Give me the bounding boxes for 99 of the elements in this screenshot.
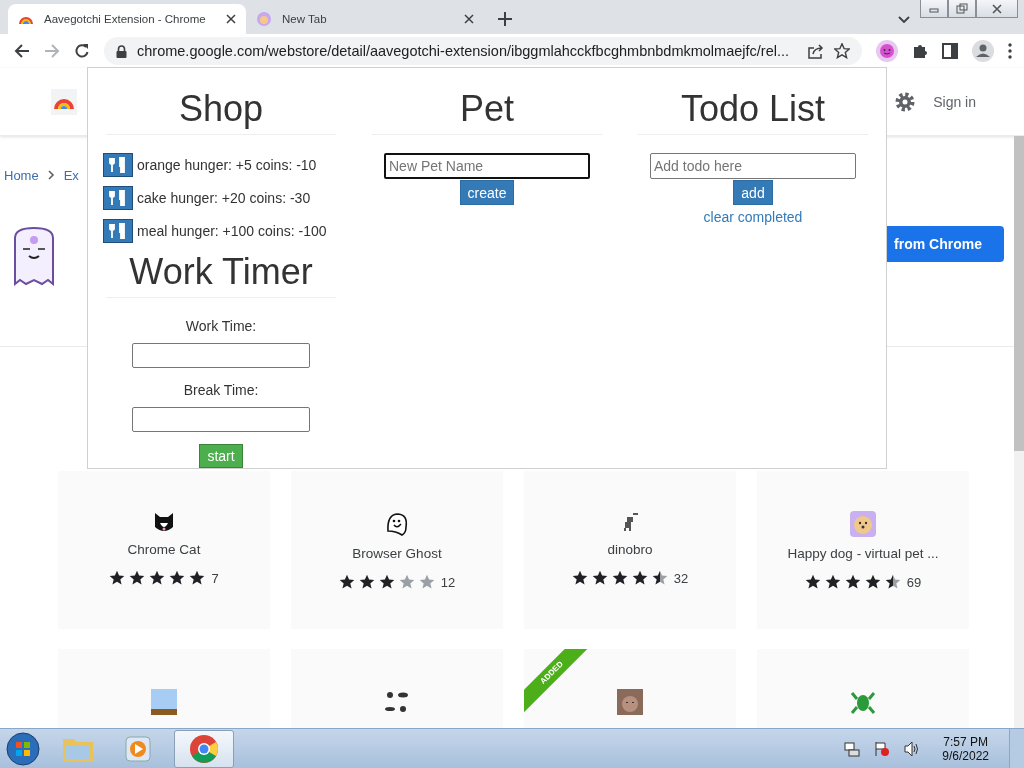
address-bar[interactable]: chrome.google.com/webstore/detail/aavegotchi-extension/ibggmlahcckfbcghmbnbdmkmolmaejfc/rel... — [104, 37, 862, 65]
star-icon — [884, 574, 901, 590]
extension-card[interactable]: Browser Ghost 12 — [291, 471, 503, 629]
shop-item-text: orange hunger: +5 coins: -10 — [137, 157, 317, 173]
food-button[interactable] — [103, 219, 133, 243]
star-icon — [129, 570, 146, 586]
shop-item-text: cake hunger: +20 coins: -30 — [137, 190, 311, 206]
dog-icon — [850, 511, 876, 537]
clear-completed-link[interactable]: clear completed — [703, 209, 803, 225]
rating-count: 12 — [440, 574, 456, 590]
fork-knife-icon — [109, 190, 127, 206]
caret-icon[interactable] — [898, 16, 910, 24]
chrome-icon — [189, 733, 219, 764]
rating-count: 69 — [906, 574, 922, 590]
speaker-icon[interactable] — [904, 740, 921, 757]
breadcrumb-link[interactable]: Ex — [63, 167, 79, 183]
food-button[interactable] — [103, 186, 133, 210]
lock-icon — [116, 44, 127, 58]
add-button[interactable]: add — [733, 180, 773, 205]
minimize-button[interactable] — [920, 0, 948, 18]
shop-item-text: meal hunger: +100 coins: -100 — [137, 223, 327, 239]
close-icon[interactable] — [464, 14, 474, 24]
cat-face-icon — [617, 689, 643, 715]
star-icon — [109, 570, 126, 586]
browser-tab[interactable]: New Tab — [246, 4, 484, 34]
star-icon — [418, 574, 435, 590]
scrollbar[interactable] — [1014, 136, 1024, 728]
section-heading: Shop — [178, 88, 264, 130]
star-icon — [169, 570, 186, 586]
star-icon — [149, 570, 166, 586]
sign-in-link[interactable]: Sign in — [933, 93, 976, 110]
rating-count: 32 — [673, 570, 689, 586]
pet-name-field[interactable]: New Pet Name — [384, 153, 590, 179]
reload-icon[interactable] — [74, 43, 90, 59]
back-icon[interactable] — [14, 43, 30, 59]
section-heading: Pet — [459, 88, 514, 130]
todo-field[interactable]: Add todo here — [650, 153, 856, 179]
breadcrumb-link[interactable]: Home — [4, 167, 39, 183]
work-time-field[interactable] — [132, 343, 310, 368]
extension-name: dinobro — [607, 542, 653, 557]
plus-icon[interactable] — [498, 12, 512, 26]
break-time-field[interactable] — [132, 406, 310, 432]
profile-icon[interactable] — [972, 40, 994, 62]
rating-count: 7 — [211, 570, 219, 586]
extension-card[interactable]: Happy dog - virtual pet ... 69 — [757, 471, 969, 629]
star-icon — [631, 570, 648, 586]
chevron-icon — [47, 170, 55, 180]
star-icon — [338, 574, 355, 590]
smiley-extension-icon[interactable] — [876, 40, 898, 62]
field-label: Break Time: — [183, 381, 259, 398]
star-icon — [571, 570, 588, 586]
clock-time: 7:57 PM — [943, 734, 988, 749]
network-icon[interactable] — [844, 740, 861, 757]
extension-name: Happy dog - virtual pet ... — [787, 546, 939, 561]
start-button[interactable] — [6, 731, 40, 766]
star-outline-icon[interactable] — [834, 43, 850, 59]
browser-tab[interactable]: Aavegotchi Extension - Chrome — [8, 4, 246, 34]
star-icon — [651, 570, 668, 586]
star-icon — [844, 574, 861, 590]
puzzle-icon[interactable] — [912, 43, 928, 59]
create-button[interactable]: create — [459, 180, 515, 205]
extension-card[interactable]: Chrome Cat 7 — [58, 471, 270, 629]
flag-icon[interactable] — [874, 740, 891, 757]
close-button[interactable] — [976, 0, 1018, 18]
side-panel-icon[interactable] — [942, 43, 958, 59]
section-heading: Todo List — [680, 88, 826, 130]
field-label: Work Time: — [185, 318, 257, 334]
clock-date: 9/6/2022 — [942, 748, 989, 763]
star-icon — [398, 574, 415, 590]
extension-name: Chrome Cat — [127, 542, 201, 557]
ghost-icon — [384, 511, 410, 537]
star-icon — [591, 570, 608, 586]
ghost-icon — [12, 226, 56, 286]
window-icon — [151, 689, 177, 715]
close-icon[interactable] — [226, 14, 236, 24]
star-icon — [378, 574, 395, 590]
restore-icon — [956, 3, 968, 14]
pet-face-icon — [256, 11, 272, 27]
star-icon — [864, 574, 881, 590]
frog-icon — [850, 689, 876, 715]
star-icon — [611, 570, 628, 586]
menu-icon[interactable] — [1008, 43, 1012, 59]
share-icon[interactable] — [808, 43, 824, 59]
cat-icon — [153, 511, 175, 533]
close-icon — [992, 3, 1002, 14]
store-logo-icon[interactable] — [51, 88, 77, 115]
restore-button[interactable] — [948, 0, 976, 18]
settings-icon[interactable] — [894, 90, 917, 113]
fork-knife-icon — [109, 157, 127, 173]
star-icon — [824, 574, 841, 590]
star-icon — [804, 574, 821, 590]
fork-knife-icon — [109, 223, 127, 239]
extension-card[interactable]: dinobro 32 — [524, 471, 736, 629]
section-heading: Work Timer — [129, 251, 313, 293]
star-icon — [189, 570, 206, 586]
star-icon — [358, 574, 375, 590]
taskbar-button[interactable] — [174, 729, 234, 768]
extension-name: Browser Ghost — [352, 546, 442, 561]
food-button[interactable] — [103, 153, 133, 177]
